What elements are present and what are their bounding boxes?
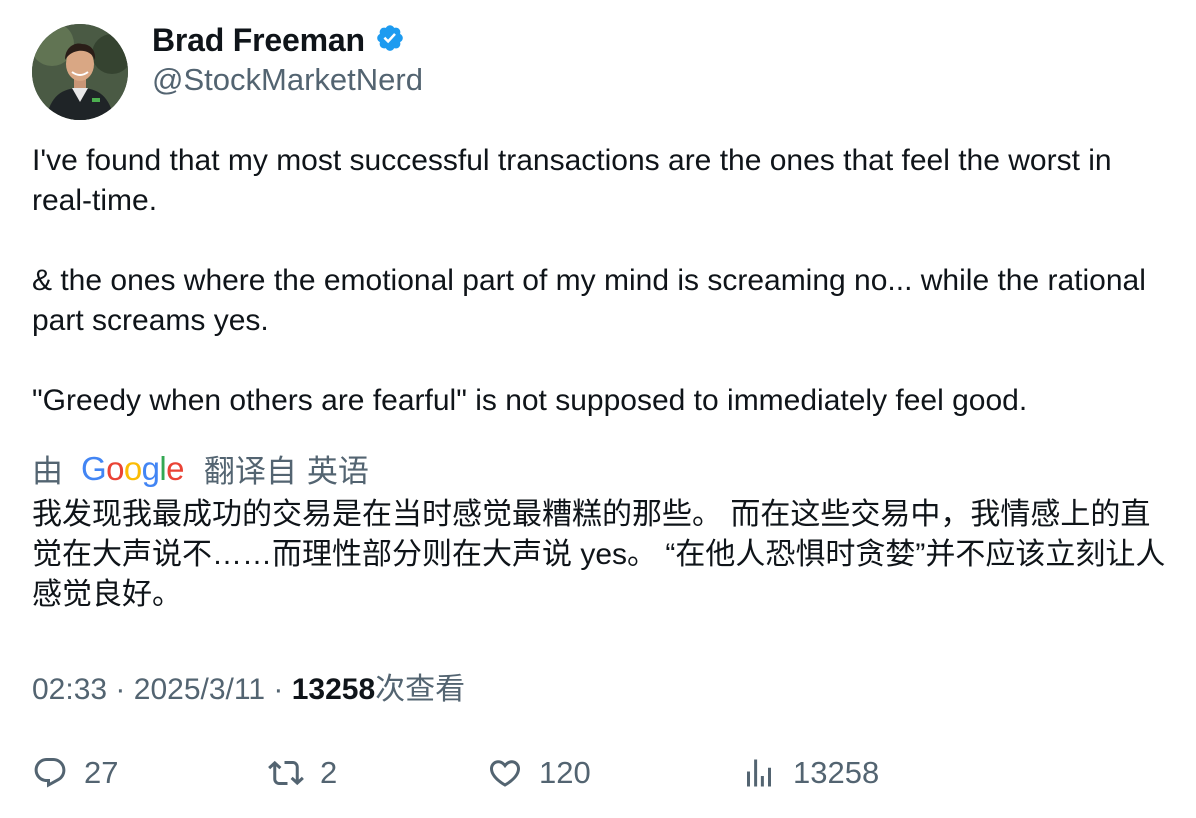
- author-handle[interactable]: @StockMarketNerd: [152, 62, 423, 98]
- like-button[interactable]: 120: [487, 750, 591, 796]
- translation-suffix: 翻译自: [203, 454, 297, 489]
- translation-source-language: 英语: [306, 454, 369, 489]
- tweet-paragraph: & the ones where the emotional part of m…: [32, 264, 1146, 337]
- views-action-count: 13258: [793, 755, 880, 790]
- tweet-meta: 02:33 · 2025/3/11 · 13258次查看: [32, 664, 465, 708]
- verified-badge-icon: [375, 23, 405, 58]
- reply-button[interactable]: 27: [32, 750, 118, 796]
- meta-separator: ·: [115, 673, 126, 706]
- translation-attribution[interactable]: 由 Google 翻译自 英语: [32, 446, 369, 491]
- retweet-icon: [268, 760, 304, 786]
- like-icon: [489, 760, 521, 787]
- action-bar: 27 2 120 13258: [32, 750, 1172, 796]
- author-name-row[interactable]: Brad Freeman: [152, 22, 405, 59]
- author-display-name[interactable]: Brad Freeman: [152, 22, 365, 59]
- retweet-count: 2: [320, 755, 338, 790]
- views-label: 次查看: [375, 673, 466, 706]
- tweet-time[interactable]: 02:33: [32, 673, 107, 706]
- tweet-paragraph: "Greedy when others are fearful" is not …: [32, 384, 1028, 417]
- analytics-icon: [747, 759, 771, 787]
- analytics-button[interactable]: 13258: [741, 750, 879, 796]
- tweet-text: I've found that my most successful trans…: [32, 141, 1172, 421]
- translated-text: 我发现我最成功的交易是在当时感觉最糟糕的那些。 而在这些交易中，我情感上的直觉在…: [32, 498, 1166, 611]
- like-count: 120: [539, 755, 591, 790]
- tweet-date[interactable]: 2025/3/11: [134, 673, 265, 706]
- avatar[interactable]: [32, 24, 128, 120]
- retweet-button[interactable]: 2: [268, 750, 337, 796]
- google-logo: Google: [81, 449, 184, 487]
- tweet-paragraph: I've found that my most successful trans…: [32, 144, 1112, 217]
- meta-separator: ·: [273, 673, 284, 706]
- translation-prefix: 由: [32, 454, 63, 489]
- reply-icon: [34, 758, 66, 788]
- views-count: 13258: [291, 673, 376, 706]
- reply-count: 27: [84, 755, 119, 790]
